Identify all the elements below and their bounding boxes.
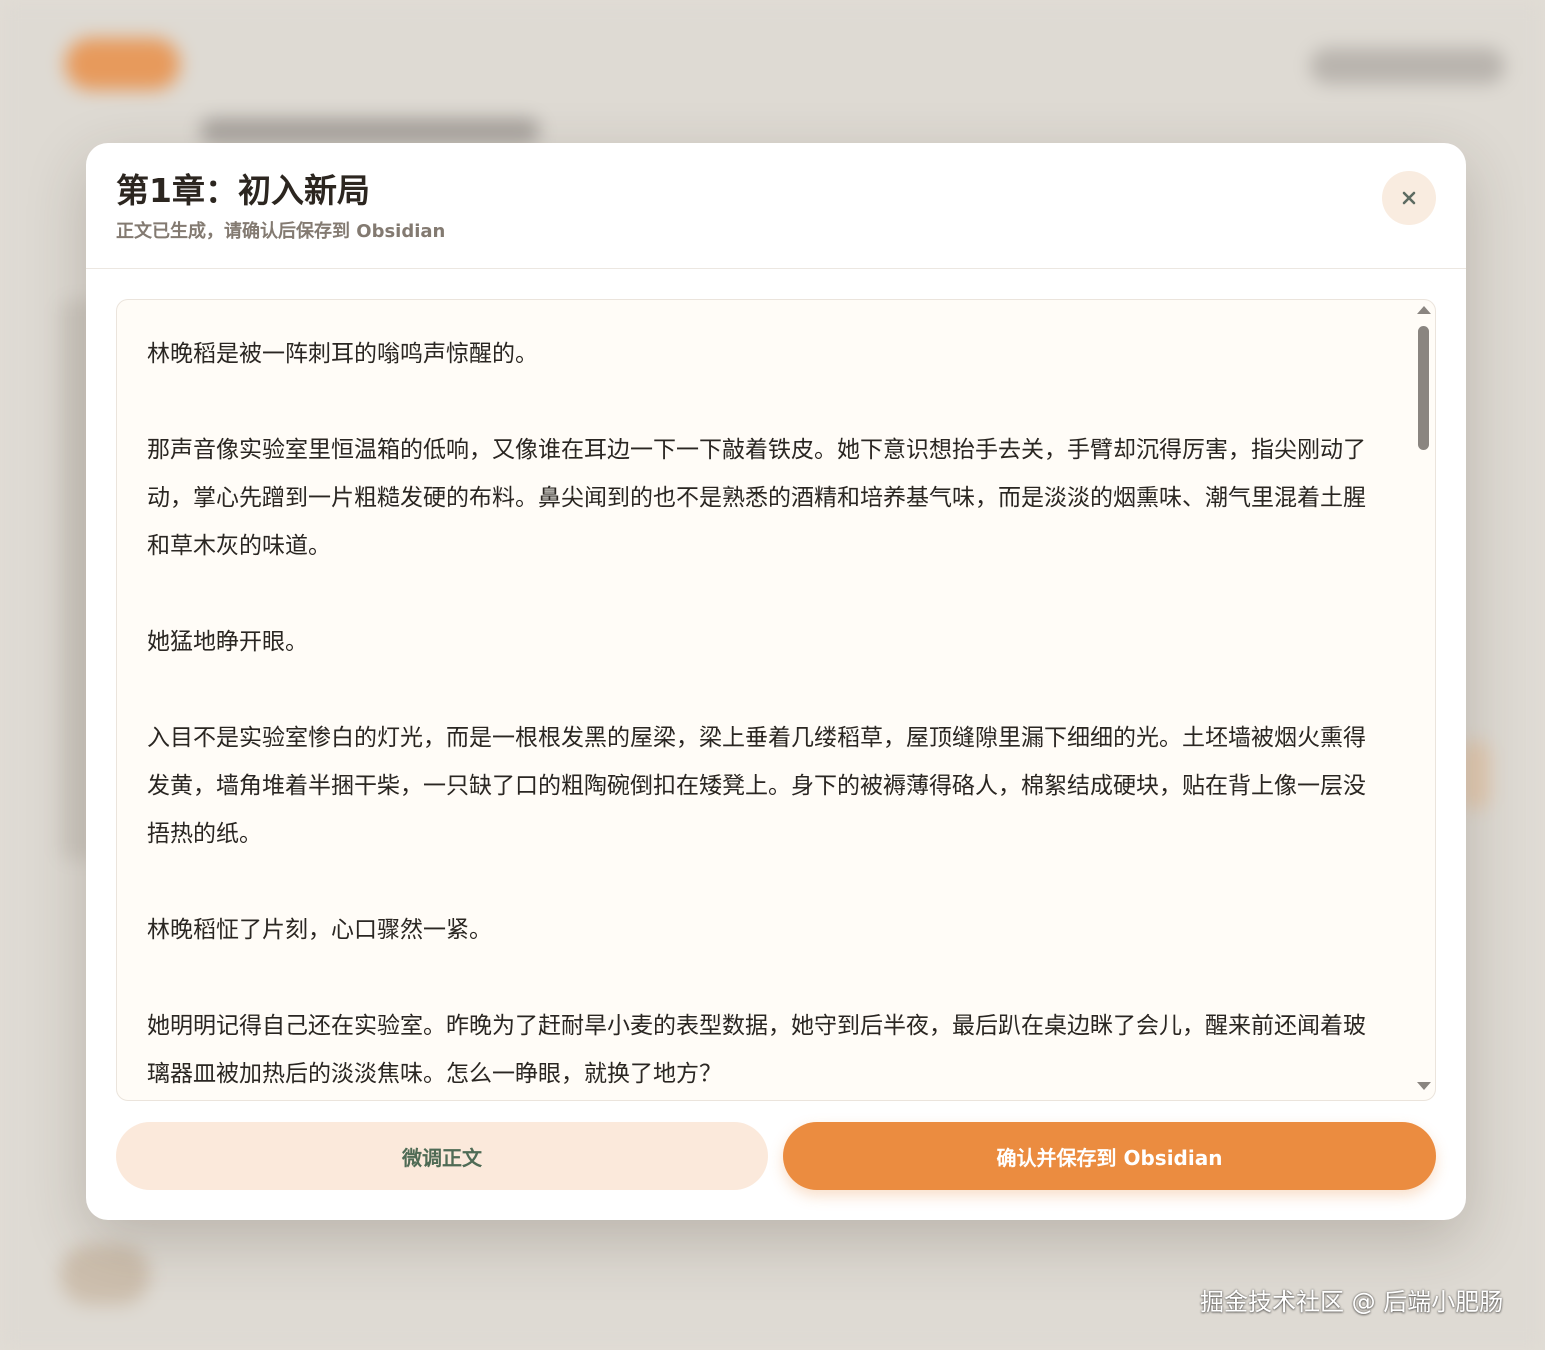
chapter-paragraph: 林晚稻怔了片刻，心口骤然一紧。 bbox=[147, 917, 492, 943]
confirm-save-button[interactable]: 确认并保存到 Obsidian bbox=[783, 1122, 1436, 1190]
background-user-menu bbox=[1310, 48, 1505, 84]
chapter-paragraph: 林晚稻是被一阵刺耳的嗡鸣声惊醒的。 bbox=[147, 341, 538, 367]
chapter-text: 林晚稻是被一阵刺耳的嗡鸣声惊醒的。 那声音像实验室里恒温箱的低响，又像谁在耳边一… bbox=[147, 330, 1377, 1100]
chapter-paragraph: 她明明记得自己还在实验室。昨晚为了赶耐旱小麦的表型数据，她守到后半夜，最后趴在桌… bbox=[147, 1013, 1366, 1087]
background-logo bbox=[65, 38, 180, 90]
scroll-up-arrow-icon[interactable] bbox=[1417, 306, 1431, 314]
background-bottom-element bbox=[60, 1245, 150, 1305]
watermark: 掘金技术社区 @ 后端小肥肠 bbox=[1200, 1288, 1504, 1316]
content-scrollbar[interactable] bbox=[1411, 300, 1435, 1100]
scroll-thumb[interactable] bbox=[1418, 326, 1429, 450]
close-button[interactable] bbox=[1382, 171, 1436, 225]
chapter-preview-modal: 第1章：初入新局 正文已生成，请确认后保存到 Obsidian 林晚稻是被一阵刺… bbox=[86, 143, 1466, 1220]
chapter-paragraph: 她猛地睁开眼。 bbox=[147, 629, 308, 655]
close-icon bbox=[1402, 191, 1416, 205]
chapter-paragraph: 那声音像实验室里恒温箱的低响，又像谁在耳边一下一下敲着铁皮。她下意识想抬手去关，… bbox=[147, 437, 1366, 559]
modal-title: 第1章：初入新局 bbox=[116, 171, 370, 210]
background-breadcrumb bbox=[200, 118, 540, 144]
modal-header: 第1章：初入新局 正文已生成，请确认后保存到 Obsidian bbox=[86, 143, 1466, 269]
refine-text-button[interactable]: 微调正文 bbox=[116, 1122, 768, 1190]
chapter-paragraph: 入目不是实验室惨白的灯光，而是一根根发黑的屋梁，梁上垂着几缕稻草，屋顶缝隙里漏下… bbox=[147, 725, 1366, 847]
modal-subtitle: 正文已生成，请确认后保存到 Obsidian bbox=[116, 221, 446, 242]
chapter-content-area[interactable]: 林晚稻是被一阵刺耳的嗡鸣声惊醒的。 那声音像实验室里恒温箱的低响，又像谁在耳边一… bbox=[116, 299, 1436, 1101]
scroll-down-arrow-icon[interactable] bbox=[1417, 1082, 1431, 1090]
